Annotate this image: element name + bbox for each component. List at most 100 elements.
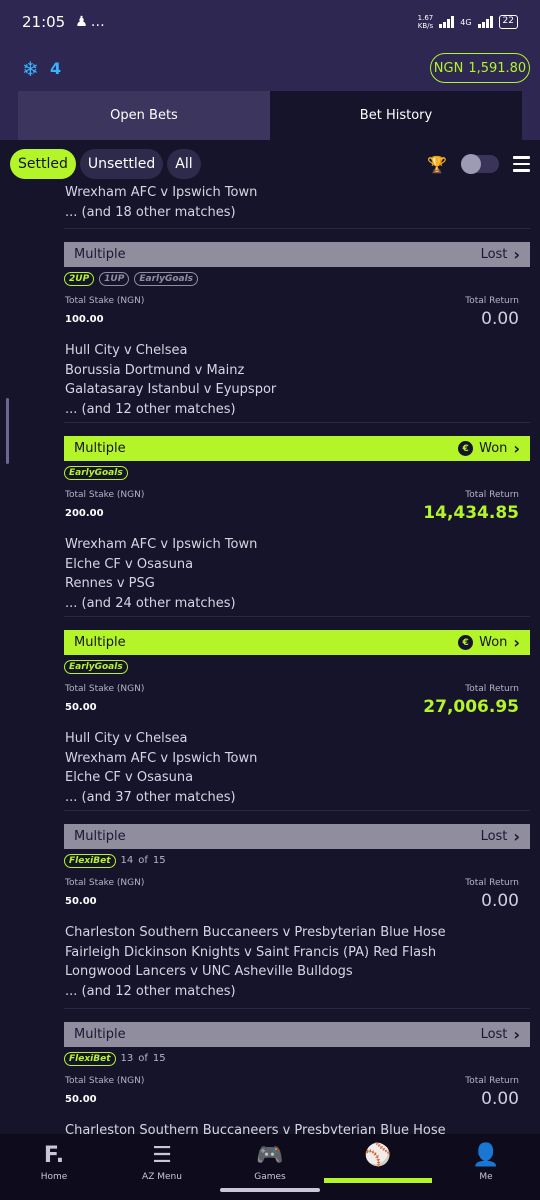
badge-flexibet: FlexiBet	[64, 1051, 116, 1066]
chevron-right-icon: ›	[513, 633, 520, 652]
bet-type: Multiple	[74, 829, 126, 844]
stake-row: Total Stake (NGN) 50.00 Total Return 0.0…	[65, 878, 519, 916]
bet-badges: FlexiBet 14 of 15	[64, 853, 540, 868]
bet-history-list[interactable]: Wrexham AFC v Ipswich Town ... (and 18 o…	[0, 140, 540, 1134]
stake-row: Total Stake (NGN) 200.00 Total Return 14…	[65, 490, 519, 528]
nav-label: Games	[254, 1172, 286, 1182]
flexi-total: 15	[152, 1053, 166, 1064]
nav-home[interactable]: F. Home	[0, 1134, 108, 1200]
bet-card[interactable]: Multiple € Won › EarlyGoals Total Stake …	[0, 436, 540, 613]
user-icon: 👤	[472, 1143, 500, 1168]
bet-status: Won	[479, 441, 508, 456]
trophy-icon[interactable]: 🏆	[427, 155, 447, 174]
hamburger-menu-icon[interactable]	[513, 156, 530, 172]
winnings-toggle[interactable]	[461, 154, 499, 174]
match-line: ... (and 12 other matches)	[65, 983, 236, 999]
divider	[64, 616, 530, 617]
chevron-right-icon: ›	[513, 439, 520, 458]
filter-settled[interactable]: Settled	[10, 149, 76, 179]
match-line: Elche CF v Osasuna	[65, 556, 194, 572]
flexi-count: 13	[120, 1053, 134, 1064]
filter-unsettled[interactable]: Unsettled	[79, 149, 164, 179]
filter-all[interactable]: All	[167, 149, 201, 179]
match-line: Galatasaray Istanbul v Eyupspor	[65, 382, 277, 397]
net-speed-unit: KB/s	[417, 22, 434, 30]
divider	[64, 228, 530, 229]
signal-icon-2	[477, 16, 493, 28]
home-logo-icon: F.	[43, 1143, 65, 1168]
previous-bet-matches: Wrexham AFC v Ipswich Town ... (and 18 o…	[0, 183, 540, 222]
bet-badges: EarlyGoals	[64, 659, 540, 674]
filter-bar: Settled Unsettled All 🏆	[10, 148, 530, 180]
bet-header-bar[interactable]: Multiple € Won ›	[64, 630, 530, 655]
cashout-icon: €	[458, 441, 474, 456]
bet-type: Multiple	[74, 1027, 126, 1042]
balance-button[interactable]: NGN 1,591.80	[430, 53, 530, 83]
bet-type: Multiple	[74, 635, 126, 650]
gamepad-icon: 🎮	[256, 1143, 284, 1168]
total-return-label: Total Return	[465, 878, 519, 888]
flexi-total: 15	[152, 855, 166, 866]
total-return-value: 0.00	[481, 891, 519, 911]
status-time: 21:05	[22, 13, 66, 31]
total-stake-value: 50.00	[65, 896, 97, 907]
flexi-of: of	[138, 855, 148, 866]
total-return-label: Total Return	[465, 684, 519, 694]
network-type: 4G	[460, 17, 472, 27]
total-stake-label: Total Stake (NGN)	[65, 684, 145, 694]
match-line: Charleston Southern Buccaneers v Presbyt…	[65, 925, 446, 940]
nav-my-bets[interactable]: ⚾	[324, 1134, 432, 1200]
bet-status: Lost	[480, 829, 508, 844]
snowflake-icon[interactable]: ❄	[22, 57, 39, 81]
stake-row: Total Stake (NGN) 50.00 Total Return 0.0…	[65, 1076, 519, 1114]
match-line: Hull City v Chelsea	[65, 731, 188, 746]
total-stake-label: Total Stake (NGN)	[65, 878, 145, 888]
divider	[64, 1008, 530, 1009]
chevron-right-icon: ›	[513, 245, 520, 264]
stake-row: Total Stake (NGN) 50.00 Total Return 27,…	[65, 684, 519, 722]
nav-me[interactable]: 👤 Me	[432, 1134, 540, 1200]
bet-header-bar[interactable]: Multiple Lost ›	[64, 242, 530, 267]
bet-badges: 2UP 1UP EarlyGoals	[64, 271, 540, 286]
bet-status: Lost	[480, 247, 508, 262]
bet-matches: Wrexham AFC v Ipswich Town Elche CF v Os…	[0, 535, 540, 613]
tab-open-bets[interactable]: Open Bets	[18, 91, 270, 140]
system-home-indicator[interactable]	[220, 1188, 320, 1192]
total-stake-value: 200.00	[65, 508, 104, 519]
chevron-right-icon: ›	[513, 1025, 520, 1044]
bet-card[interactable]: Multiple Lost › 2UP 1UP EarlyGoals Total…	[0, 242, 540, 419]
notification-icons: ♟…	[75, 14, 108, 30]
tab-bet-history[interactable]: Bet History	[270, 91, 522, 140]
nav-az-menu[interactable]: ☰ AZ Menu	[108, 1134, 216, 1200]
badge-flexibet: FlexiBet	[64, 853, 116, 868]
menu-icon: ☰	[152, 1143, 172, 1168]
bet-header-bar[interactable]: Multiple Lost ›	[64, 1022, 530, 1047]
badge-1up: 1UP	[99, 271, 130, 286]
balance-amount: 1,591.80	[468, 60, 527, 76]
total-stake-value: 100.00	[65, 314, 104, 325]
snow-count[interactable]: 4	[50, 59, 61, 78]
total-return-value: 0.00	[481, 309, 519, 329]
bet-header-bar[interactable]: Multiple € Won ›	[64, 436, 530, 461]
badge-earlygoals: EarlyGoals	[64, 659, 128, 674]
balance-currency: NGN	[433, 60, 464, 76]
total-stake-label: Total Stake (NGN)	[65, 490, 145, 500]
toggle-knob	[461, 154, 481, 174]
bet-card[interactable]: Multiple Lost › FlexiBet 13 of 15 Total …	[0, 1022, 540, 1134]
battery-icon: 22	[498, 15, 518, 29]
match-line: Fairleigh Dickinson Knights v Saint Fran…	[65, 944, 437, 960]
badge-2up: 2UP	[64, 271, 95, 286]
total-return-value: 0.00	[481, 1089, 519, 1109]
net-speed-value: 1.67	[417, 14, 434, 22]
nav-label: AZ Menu	[142, 1172, 182, 1182]
bet-card[interactable]: Multiple Lost › FlexiBet 14 of 15 Total …	[0, 824, 540, 1001]
bet-card[interactable]: Multiple € Won › EarlyGoals Total Stake …	[0, 630, 540, 807]
bet-type: Multiple	[74, 441, 126, 456]
app-header: ❄ 4 NGN 1,591.80 Open Bets Bet History	[0, 44, 540, 140]
bet-header-bar[interactable]: Multiple Lost ›	[64, 824, 530, 849]
flexi-count: 14	[120, 855, 134, 866]
match-line: Wrexham AFC v Ipswich Town	[65, 185, 258, 200]
bet-matches: Charleston Southern Buccaneers v Presbyt…	[0, 1121, 540, 1134]
total-stake-value: 50.00	[65, 1094, 97, 1105]
match-line: Rennes v PSG	[65, 576, 155, 591]
